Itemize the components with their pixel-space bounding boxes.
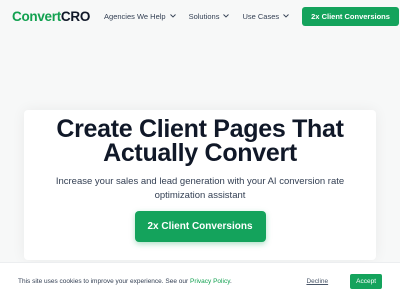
hero-section: Create Client Pages That Actually Conver… xyxy=(0,117,400,242)
nav-item-label: Use Cases xyxy=(242,11,280,21)
hero-title: Create Client Pages That Actually Conver… xyxy=(0,117,400,167)
privacy-policy-link[interactable]: Privacy Policy xyxy=(190,278,230,285)
hero-cta-button[interactable]: 2x Client Conversions xyxy=(134,211,266,242)
page: Convert CRO Agencies We Help Solutions Us… xyxy=(0,0,400,300)
chevron-down-icon xyxy=(223,14,230,18)
nav-item-solutions[interactable]: Solutions xyxy=(189,12,230,21)
top-navigation-bar: Convert CRO Agencies We Help Solutions Us… xyxy=(0,0,400,32)
logo-part-convert: Convert xyxy=(12,8,61,24)
decline-button[interactable]: Decline xyxy=(306,278,328,285)
chevron-down-icon xyxy=(283,14,289,18)
cookie-consent-bar: This site uses cookies to improve your e… xyxy=(0,262,400,300)
nav-item-agencies-we-help[interactable]: Agencies We Help xyxy=(104,12,176,21)
nav-item-label: Solutions xyxy=(188,11,220,21)
accept-button[interactable]: Accept xyxy=(350,274,382,289)
hero-title-line-2: Actually Convert xyxy=(103,139,297,167)
header-cta-button[interactable]: 2x Client Conversions xyxy=(302,6,399,26)
hero-subtitle: Increase your sales and lead generation … xyxy=(55,176,345,201)
logo-part-cro: CRO xyxy=(60,8,91,24)
logo[interactable]: Convert CRO xyxy=(12,9,90,24)
cookie-text-suffix: . xyxy=(229,278,232,285)
cookie-text: This site uses cookies to improve your e… xyxy=(18,278,190,285)
main-nav: Agencies We Help Solutions Use Cases xyxy=(104,12,302,21)
nav-item-use-cases[interactable]: Use Cases xyxy=(242,12,289,21)
cookie-actions: Decline Accept xyxy=(306,274,382,289)
chevron-down-icon xyxy=(169,14,176,18)
cookie-message: This site uses cookies to improve your e… xyxy=(18,278,232,285)
nav-item-label: Agencies We Help xyxy=(104,11,166,21)
